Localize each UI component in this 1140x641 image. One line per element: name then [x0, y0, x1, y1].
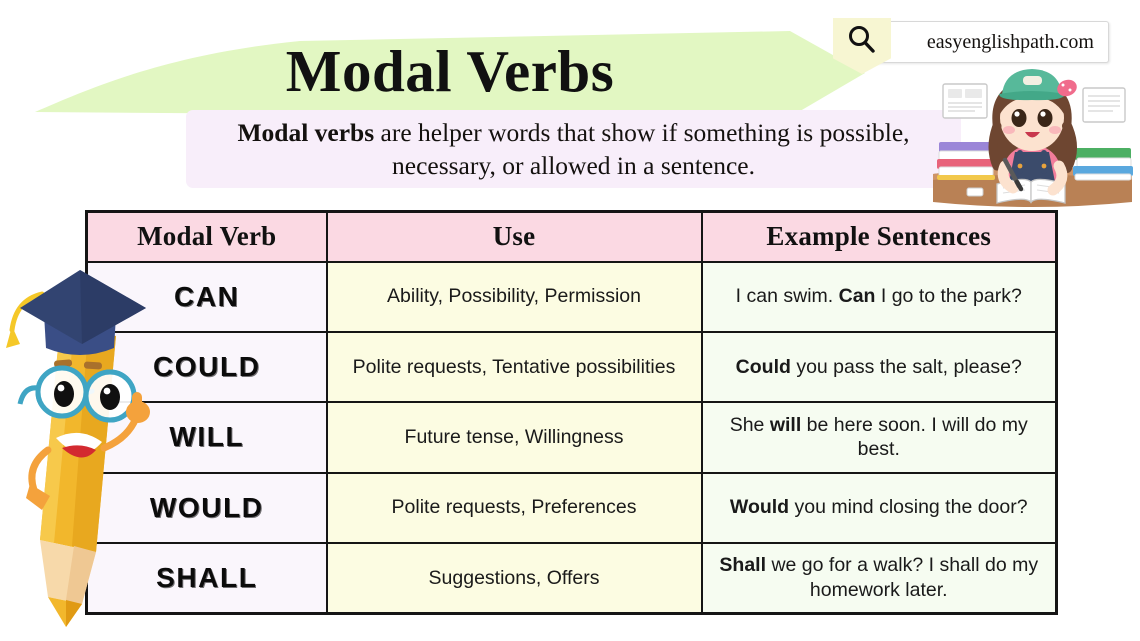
- subtitle-bold: Modal verbs: [237, 117, 375, 147]
- cell-use: Future tense, Willingness: [325, 401, 703, 474]
- eye-left: [54, 381, 74, 407]
- eraser: [966, 187, 984, 197]
- cell-example: I can swim. Can I go to the park?: [700, 260, 1058, 333]
- subtitle-box: Modal verbs are helper words that show i…: [186, 110, 961, 188]
- eye-right: [100, 384, 120, 410]
- eye-left: [1011, 109, 1027, 127]
- girl-studying-illustration: [925, 56, 1140, 208]
- table-row: CAN Ability, Possibility, Permission I c…: [85, 260, 1058, 333]
- eyebrow-right: [83, 361, 102, 370]
- cell-example: Would you mind closing the door?: [700, 471, 1058, 545]
- table-row: WILL Future tense, Willingness She will …: [85, 401, 1058, 474]
- cell-example: She will be here soon. I will do my best…: [700, 401, 1058, 474]
- eye-right: [1037, 109, 1053, 127]
- table-row: COULD Polite requests, Tentative possibi…: [85, 330, 1058, 404]
- brand-url-text: easyenglishpath.com: [926, 30, 1094, 53]
- subtitle-rest: are helper words that show if something …: [374, 117, 910, 180]
- column-header-example-sentences: Example Sentences: [700, 210, 1058, 263]
- cell-use: Suggestions, Offers: [325, 542, 703, 615]
- cell-use: Polite requests, Tentative possibilities: [325, 330, 703, 404]
- table-row: SHALL Suggestions, Offers Shall we go fo…: [85, 542, 1058, 615]
- subtitle-text: Modal verbs are helper words that show i…: [208, 116, 939, 182]
- cell-example: Could you pass the salt, please?: [700, 330, 1058, 404]
- cell-use: Polite requests, Preferences: [325, 471, 703, 545]
- arm-right: [100, 414, 140, 452]
- book-stack-left: [937, 142, 995, 180]
- graduate-pencil-mascot: [4, 252, 156, 630]
- table-header-row: Modal Verb Use Example Sentences: [85, 210, 1058, 263]
- cell-use: Ability, Possibility, Permission: [325, 260, 703, 333]
- paper-right: [1082, 87, 1126, 123]
- tassel: [6, 326, 20, 348]
- paper-left: [942, 83, 988, 119]
- graduation-cap: [20, 270, 146, 355]
- brand-badge: [833, 18, 891, 74]
- page-title: Modal Verbs: [285, 37, 615, 104]
- cell-example: Shall we go for a walk? I shall do my ho…: [700, 542, 1058, 615]
- search-icon: [849, 26, 875, 53]
- book-stack-right: [1073, 148, 1133, 181]
- modal-verbs-table: Modal Verb Use Example Sentences CAN Abi…: [85, 210, 1058, 615]
- table-row: WOULD Polite requests, Preferences Would…: [85, 471, 1058, 545]
- column-header-use: Use: [325, 210, 703, 263]
